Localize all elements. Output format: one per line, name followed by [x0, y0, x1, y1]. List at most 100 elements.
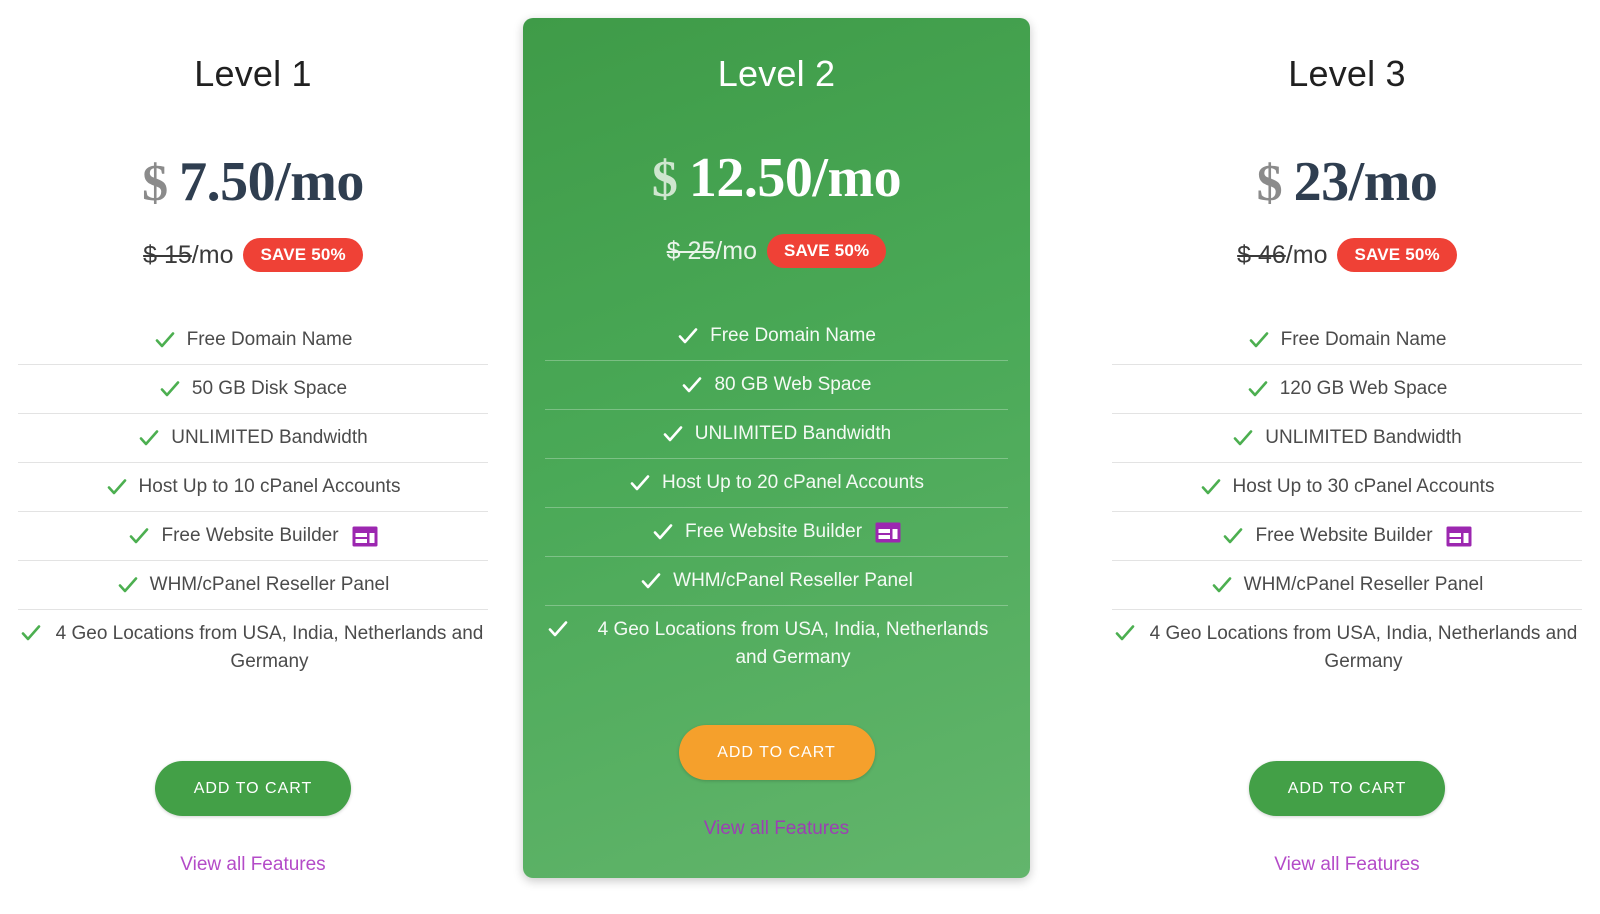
check-icon — [1247, 378, 1269, 400]
list-item: Free Domain Name — [18, 316, 488, 365]
old-price-struck: $ 15 — [143, 240, 192, 269]
add-to-cart-button[interactable]: ADD TO CART — [678, 725, 875, 780]
list-item: Free Domain Name — [1112, 316, 1582, 365]
check-icon — [652, 521, 674, 543]
website-builder-icon — [1446, 526, 1472, 547]
check-icon — [106, 476, 128, 498]
plan-title: Level 1 — [194, 53, 312, 94]
check-icon — [159, 378, 181, 400]
check-icon — [1114, 622, 1136, 644]
view-all-features-link[interactable]: View all Features — [704, 818, 849, 840]
old-price-suffix: /mo — [191, 240, 234, 269]
website-builder-icon — [352, 526, 378, 547]
feature-label: Free Website Builder — [161, 525, 339, 547]
old-price: $ 25/mo — [667, 237, 757, 266]
price-currency-symbol: $ — [142, 155, 168, 212]
check-icon — [547, 618, 569, 640]
price-currency-symbol: $ — [1256, 155, 1283, 212]
website-builder-icon — [875, 522, 901, 543]
feature-label: WHM/cPanel Reseller Panel — [1243, 574, 1484, 596]
feature-label: Free Website Builder — [1255, 525, 1433, 547]
old-price-struck: $ 25 — [666, 236, 716, 265]
plan-card-level-1: Level 1 $ 7.50/mo $ 15/mo SAVE 50% Free … — [0, 0, 506, 914]
list-item: 4 Geo Locations from USA, India, Netherl… — [1112, 610, 1582, 679]
feature-label: 4 Geo Locations from USA, India, Netherl… — [597, 619, 989, 668]
check-icon — [20, 622, 42, 644]
plan-card-level-3: Level 3 $ 23/mo $ 46/mo SAVE 50% Free Do… — [1094, 0, 1600, 914]
feature-label: Free Website Builder — [684, 521, 863, 543]
feature-label: UNLIMITED Bandwidth — [1265, 427, 1462, 449]
list-item: 4 Geo Locations from USA, India, Netherl… — [545, 606, 1008, 675]
cta-zone: ADD TO CART View all Features — [1112, 761, 1582, 914]
feature-label: UNLIMITED Bandwidth — [171, 427, 368, 449]
list-item: 120 GB Web Space — [1112, 365, 1582, 414]
check-icon — [1211, 574, 1233, 596]
feature-label: WHM/cPanel Reseller Panel — [149, 574, 390, 596]
check-icon — [154, 329, 176, 351]
feature-label: UNLIMITED Bandwidth — [694, 423, 892, 445]
feature-label: Host Up to 20 cPanel Accounts — [662, 472, 924, 494]
list-item: Free Domain Name — [545, 312, 1008, 361]
check-icon — [677, 325, 699, 347]
list-item: Host Up to 20 cPanel Accounts — [545, 459, 1008, 508]
feature-label: 80 GB Web Space — [714, 374, 872, 396]
feature-label: 4 Geo Locations from USA, India, Netherl… — [1149, 623, 1578, 672]
list-item: Free Website Builder — [18, 512, 488, 561]
list-item: UNLIMITED Bandwidth — [18, 414, 488, 463]
cta-zone: ADD TO CART View all Features — [545, 725, 1008, 878]
list-item: 4 Geo Locations from USA, India, Netherl… — [18, 610, 488, 679]
list-item: Host Up to 30 cPanel Accounts — [1112, 463, 1582, 512]
check-icon — [1200, 476, 1222, 498]
check-icon — [128, 525, 150, 547]
pricing-table: Level 1 $ 7.50/mo $ 15/mo SAVE 50% Free … — [0, 0, 1600, 914]
list-item: WHM/cPanel Reseller Panel — [18, 561, 488, 610]
plan-price: $ 7.50/mo — [142, 154, 364, 210]
feature-label: Host Up to 30 cPanel Accounts — [1232, 476, 1495, 498]
check-icon — [1248, 329, 1270, 351]
feature-list: Free Domain Name 50 GB Disk Space UNLIMI… — [18, 316, 488, 679]
list-item: 50 GB Disk Space — [18, 365, 488, 414]
old-price-row: $ 15/mo SAVE 50% — [143, 238, 363, 272]
plan-card-level-2: Level 2 $ 12.50/mo $ 25/mo SAVE 50% Free… — [523, 18, 1030, 878]
feature-list: Free Domain Name 120 GB Web Space UNLIMI… — [1112, 316, 1582, 679]
plan-price: $ 12.50/mo — [651, 150, 902, 208]
check-icon — [1232, 427, 1254, 449]
list-item: UNLIMITED Bandwidth — [545, 410, 1008, 459]
view-all-features-link[interactable]: View all Features — [1274, 854, 1419, 876]
feature-label: 4 Geo Locations from USA, India, Netherl… — [55, 623, 484, 672]
feature-label: Free Domain Name — [710, 325, 876, 347]
feature-label: Free Domain Name — [1280, 329, 1447, 351]
old-price: $ 15/mo — [143, 241, 233, 270]
list-item: Free Website Builder — [1112, 512, 1582, 561]
check-icon — [640, 570, 662, 592]
price-currency-symbol: $ — [651, 151, 678, 208]
list-item: Host Up to 10 cPanel Accounts — [18, 463, 488, 512]
old-price-suffix: /mo — [715, 236, 757, 265]
add-to-cart-button[interactable]: ADD TO CART — [1249, 761, 1445, 816]
plan-price: $ 23/mo — [1257, 154, 1438, 210]
check-icon — [117, 574, 139, 596]
price-amount: 23/mo — [1293, 151, 1438, 213]
add-to-cart-button[interactable]: ADD TO CART — [155, 761, 351, 816]
feature-label: WHM/cPanel Reseller Panel — [673, 570, 913, 592]
save-badge: SAVE 50% — [1337, 238, 1457, 272]
check-icon — [138, 427, 160, 449]
plan-title: Level 3 — [1288, 53, 1406, 94]
check-icon — [681, 374, 703, 396]
plan-title: Level 2 — [717, 53, 836, 94]
check-icon — [1222, 525, 1244, 547]
feature-list: Free Domain Name 80 GB Web Space UNLIMIT… — [545, 312, 1008, 675]
feature-label: 120 GB Web Space — [1279, 378, 1448, 400]
save-badge: SAVE 50% — [766, 234, 887, 268]
check-icon — [662, 423, 684, 445]
list-item: Free Website Builder — [545, 508, 1008, 557]
list-item: 80 GB Web Space — [545, 361, 1008, 410]
list-item: UNLIMITED Bandwidth — [1112, 414, 1582, 463]
check-icon — [629, 472, 651, 494]
view-all-features-link[interactable]: View all Features — [180, 854, 325, 876]
list-item: WHM/cPanel Reseller Panel — [545, 557, 1008, 606]
feature-label: Host Up to 10 cPanel Accounts — [138, 476, 401, 498]
price-amount: 7.50/mo — [179, 151, 364, 213]
old-price-row: $ 46/mo SAVE 50% — [1237, 238, 1457, 272]
old-price-row: $ 25/mo SAVE 50% — [667, 234, 887, 268]
